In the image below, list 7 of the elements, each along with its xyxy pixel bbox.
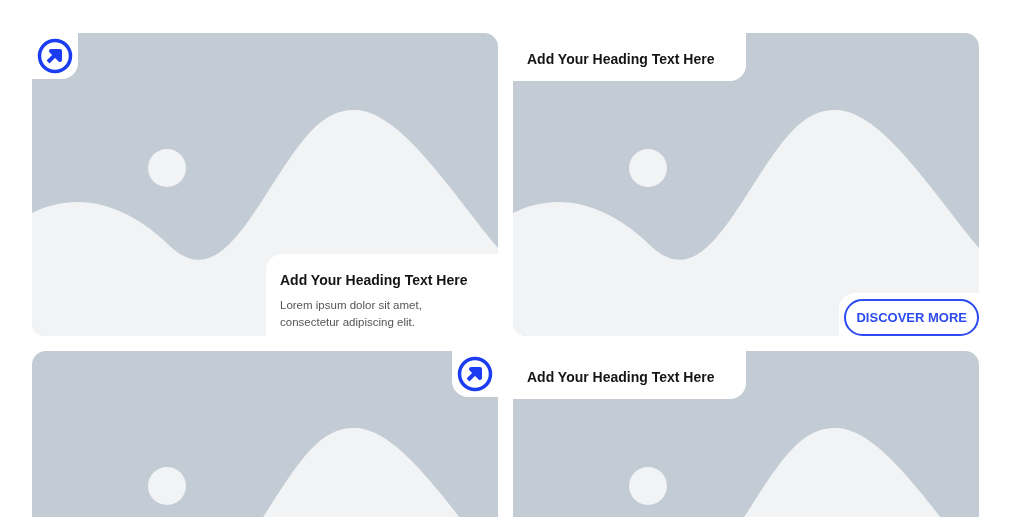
discover-more-button[interactable]: DISCOVER MORE xyxy=(844,298,979,336)
card-heading: Add Your Heading Text Here xyxy=(527,368,716,387)
card-description: Lorem ipsum dolor sit amet, consectetur adipiscing elit. xyxy=(280,298,423,330)
arrow-circle-icon[interactable] xyxy=(37,38,73,74)
card-heading: Add Your Heading Text Here xyxy=(280,271,469,290)
card-heading: Add Your Heading Text Here xyxy=(527,50,716,69)
arrow-circle-icon[interactable] xyxy=(457,356,493,392)
